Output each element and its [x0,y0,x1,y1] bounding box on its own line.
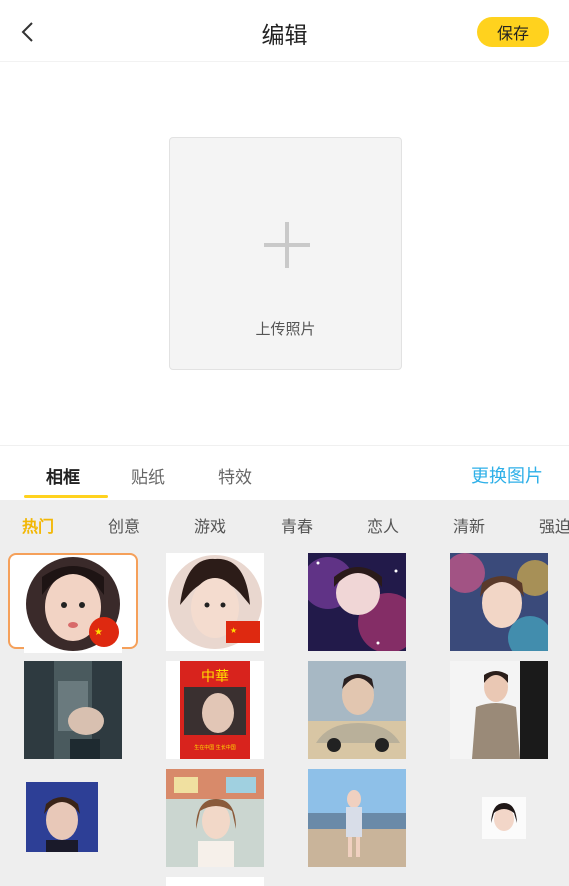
colorful-portrait-image [450,553,548,651]
poster-caption: 生在中国 生长中国 [194,744,236,751]
top-bar: 编辑 保存 [0,0,569,62]
tab-sticker[interactable]: 贴纸 [131,463,165,488]
category-game[interactable]: 游戏 [194,513,226,537]
frame-thumbnail[interactable] [26,782,98,852]
save-button[interactable]: 保存 [477,17,549,47]
china-poster-frame-image: 中華 生在中国 生长中国 [180,661,250,759]
chevron-left-icon [21,22,33,42]
frame-thumbnail[interactable]: ★ [24,555,122,653]
tab-effect[interactable]: 特效 [218,463,252,488]
change-image-link[interactable]: 更换图片 [471,462,543,488]
category-creative[interactable]: 创意 [108,513,140,537]
frame-thumbnail[interactable] [24,661,122,759]
upload-photo-label: 上传照片 [255,320,316,338]
active-tab-indicator [24,495,108,498]
suit-portrait-image [450,661,548,759]
category-fresh[interactable]: 清新 [453,513,485,537]
street-photo-image [308,769,406,867]
street-girl-image [166,769,264,867]
frame-thumbnail[interactable] [450,661,548,759]
category-lovers[interactable]: 恋人 [367,513,399,537]
frame-grid: ★ ★ 中華 生在中国 生长中国 [0,546,569,886]
main-tabs: 相框 贴纸 特效 更换图片 [0,445,569,500]
svg-text:★: ★ [230,626,237,635]
galaxy-portrait-image [308,553,406,651]
frame-thumbnail[interactable] [450,553,548,651]
portrait-flag-frame-image: ★ [168,555,262,649]
frame-thumbnail[interactable] [166,877,264,886]
poster-title: 中華 [201,669,229,685]
frame-thumbnail[interactable]: ★ [166,553,264,651]
frame-thumbnail[interactable] [308,661,406,759]
small-portrait-image [482,797,526,839]
frame-thumbnail[interactable] [166,769,264,867]
upload-photo-box[interactable]: 上传照片 [169,137,402,370]
category-hot[interactable]: 热门 [22,513,54,537]
tab-frame[interactable]: 相框 [46,463,80,488]
frame-thumbnail[interactable]: 中華 生在中国 生长中国 [166,661,264,759]
category-strip: 热门 创意 游戏 青春 恋人 清新 强迫 [0,500,569,546]
category-obsessive[interactable]: 强迫 [539,513,569,537]
plus-icon [264,222,310,268]
frame-thumbnail[interactable] [308,769,406,867]
china-flag-icon: ★ [89,617,119,647]
frame-thumbnail[interactable] [482,797,526,839]
frame-thumbnail[interactable] [308,553,406,651]
stage-portrait-image [26,782,98,852]
city-scene-image [24,661,122,759]
category-youth[interactable]: 青春 [281,513,313,537]
back-button[interactable] [14,18,42,46]
car-portrait-image [308,661,406,759]
